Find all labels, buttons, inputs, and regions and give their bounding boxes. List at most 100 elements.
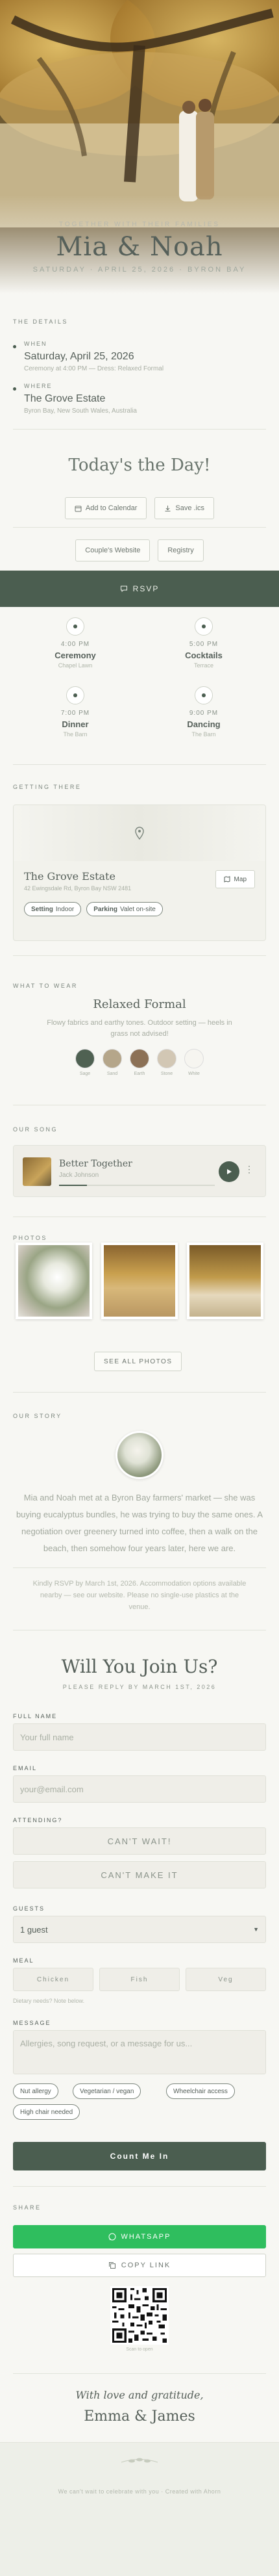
swatch-color xyxy=(157,1049,176,1068)
section-label-share: Share xyxy=(13,2204,42,2211)
swatch-color xyxy=(184,1049,204,1068)
play-button[interactable] xyxy=(219,1161,239,1182)
bullet-icon xyxy=(13,345,16,348)
schedule-time: 9:00 PM xyxy=(189,710,219,717)
parking-val: Valet on-site xyxy=(119,905,156,913)
swatch: White xyxy=(184,1049,204,1076)
more-options-icon[interactable]: ⋮ xyxy=(245,1164,254,1175)
song-progress-bar[interactable] xyxy=(59,1185,215,1186)
quick-tag[interactable]: High chair needed xyxy=(13,2104,80,2120)
quick-tag[interactable]: Wheelchair access xyxy=(166,2083,235,2099)
copy-link-button[interactable]: Copy Link xyxy=(13,2254,266,2277)
song-artist: Jack Johnson xyxy=(59,1172,99,1179)
meal-option-label: Veg xyxy=(218,1976,234,1983)
footer-text: We can't wait to celebrate with you · Cr… xyxy=(58,2488,221,2495)
play-icon xyxy=(227,1169,232,1174)
submit-label: Count Me In xyxy=(110,2152,169,2161)
email-field[interactable] xyxy=(13,1775,266,1803)
schedule-name: Dancing xyxy=(187,719,221,729)
schedule-place: Terrace xyxy=(193,662,213,669)
chevron-down-icon: ▼ xyxy=(253,1926,259,1933)
save-ics-button[interactable]: Save .ics xyxy=(154,497,215,519)
rsvp-form-subtitle: Please reply by March 1st, 2026 xyxy=(62,1684,217,1690)
section-label-getting-there: Getting There xyxy=(13,784,82,790)
map-preview[interactable] xyxy=(14,805,265,861)
detail-where: Where The Grove Estate Byron Bay, New So… xyxy=(13,383,266,415)
swatch: Earth xyxy=(130,1049,149,1076)
detail-when: When Saturday, April 25, 2026 Ceremony a… xyxy=(13,341,266,372)
song-player: Better Together Jack Johnson ⋮ xyxy=(13,1145,266,1197)
add-to-calendar-label: Add to Calendar xyxy=(85,504,138,512)
add-to-calendar-button[interactable]: Add to Calendar xyxy=(64,497,147,519)
album-art xyxy=(23,1157,51,1186)
footer: We can't wait to celebrate with you · Cr… xyxy=(0,2442,279,2576)
name-field[interactable] xyxy=(13,1723,266,1751)
registry-label: Registry xyxy=(167,547,194,554)
schedule-item: 9:00 PM Dancing The Barn xyxy=(158,686,249,738)
venue-card: The Grove Estate 42 Ewingsdale Rd, Byron… xyxy=(13,805,266,941)
tag-label: Wheelchair access xyxy=(173,2087,228,2095)
attending-yes-button[interactable]: Can't wait! xyxy=(13,1827,266,1855)
location-pin-icon xyxy=(135,827,144,840)
swatch-color xyxy=(75,1049,95,1068)
music-icon xyxy=(195,686,213,704)
leaf-ornament-icon xyxy=(121,2458,158,2463)
dress-code-desc: Flowy fabrics and earthy tones. Outdoor … xyxy=(47,1019,232,1038)
rsvp-notice: Kindly RSVP by March 1st, 2026. Accommod… xyxy=(32,1580,247,1611)
closing-gratitude: With love and gratitude, xyxy=(75,2389,204,2401)
message-field[interactable] xyxy=(13,2030,266,2074)
setting-val: Indoor xyxy=(55,905,75,913)
attending-label: Attending? xyxy=(13,1817,63,1823)
details-section: The Details When Saturday, April 25, 202… xyxy=(0,294,279,561)
schedule-time: 4:00 PM xyxy=(60,641,90,648)
swatch-color xyxy=(103,1049,122,1068)
couples-website-label: Couple's Website xyxy=(85,547,141,554)
meal-option-veg[interactable]: Veg xyxy=(186,1968,266,1991)
swatch: Sage xyxy=(75,1049,95,1076)
share-whatsapp-button[interactable]: WhatsApp xyxy=(13,2225,266,2248)
submit-rsvp-button[interactable]: Count Me In xyxy=(13,2142,266,2170)
see-all-photos-button[interactable]: See All Photos xyxy=(94,1352,182,1371)
invitation-page: Together with their families Mia & Noah … xyxy=(0,0,279,2576)
couples-website-button[interactable]: Couple's Website xyxy=(75,539,151,561)
meal-hint: Dietary needs? Note below. xyxy=(13,1998,85,2004)
tag-label: High chair needed xyxy=(20,2108,73,2116)
message-label: Message xyxy=(13,2020,51,2026)
photo-thumbnail[interactable] xyxy=(16,1243,92,1319)
quick-tag[interactable]: Vegetarian / vegan xyxy=(73,2083,141,2099)
attending-no-label: Can't make it xyxy=(101,1870,178,1880)
attending-no-button[interactable]: Can't make it xyxy=(13,1861,266,1888)
rsvp-bar-label: RSVP xyxy=(132,584,160,593)
registry-button[interactable]: Registry xyxy=(158,539,204,561)
photo-thumbnail[interactable] xyxy=(101,1243,178,1319)
dinner-icon xyxy=(66,686,84,704)
see-all-label: See All Photos xyxy=(104,1358,173,1365)
qr-caption: Scan to open xyxy=(126,2347,153,2352)
swatch-color xyxy=(130,1049,149,1068)
qr-code xyxy=(110,2286,169,2345)
whatsapp-label: WhatsApp xyxy=(121,2233,171,2241)
map-icon xyxy=(224,876,230,882)
schedule-time: 5:00 PM xyxy=(189,641,219,648)
open-map-button[interactable]: Map xyxy=(215,870,255,888)
divider xyxy=(13,2186,266,2187)
meal-option-fish[interactable]: Fish xyxy=(99,1968,180,1991)
rsvp-bar-button[interactable]: RSVP xyxy=(0,571,279,607)
copy-link-label: Copy Link xyxy=(121,2261,171,2269)
meal-label: Meal xyxy=(13,1957,34,1964)
when-label: When xyxy=(24,341,47,347)
email-label: Email xyxy=(13,1765,38,1771)
download-icon xyxy=(165,505,171,511)
guests-select[interactable]: 1 guest ▼ xyxy=(13,1916,266,1943)
setting-chip: Setting Indoor xyxy=(24,902,82,916)
quick-tag[interactable]: Nut allergy xyxy=(13,2083,58,2099)
schedule-item: 7:00 PM Dinner The Barn xyxy=(30,686,121,738)
schedule-place: The Barn xyxy=(63,731,88,738)
when-value: Saturday, April 25, 2026 xyxy=(24,351,134,362)
story-text: Mia and Noah met at a Byron Bay farmers'… xyxy=(16,1493,263,1553)
photo-thumbnail[interactable] xyxy=(187,1243,263,1319)
schedule-name: Ceremony xyxy=(55,650,96,660)
hero-kicker: Together with their families xyxy=(58,221,221,228)
meal-option-chicken[interactable]: Chicken xyxy=(13,1968,93,1991)
today-banner: Today's the Day! xyxy=(68,456,211,475)
